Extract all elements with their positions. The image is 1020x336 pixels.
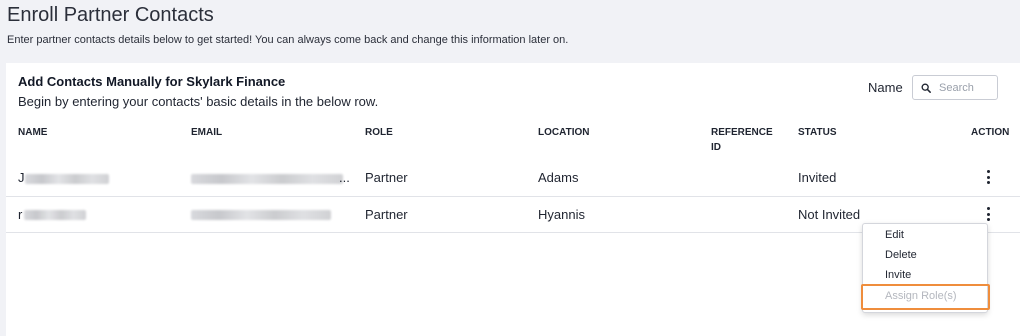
column-header-location: LOCATION: [538, 127, 590, 138]
contact-status: Not Invited: [798, 207, 861, 222]
menu-item-edit[interactable]: Edit: [885, 229, 904, 241]
contact-email-ellipsis: ...: [339, 170, 350, 185]
row-actions-kebab-icon[interactable]: [983, 207, 993, 221]
column-header-name: NAME: [18, 127, 48, 138]
redacted-name: [25, 174, 109, 184]
redacted-name: [24, 210, 86, 220]
menu-item-delete[interactable]: Delete: [885, 249, 917, 261]
page-subtitle: Enter partner contacts details below to …: [7, 34, 569, 46]
search-box[interactable]: [912, 75, 998, 100]
row-actions-kebab-icon[interactable]: [983, 170, 993, 184]
contact-role: Partner: [365, 170, 408, 185]
redacted-email: [191, 210, 331, 220]
card-title: Add Contacts Manually for Skylark Financ…: [18, 74, 286, 89]
menu-item-invite[interactable]: Invite: [885, 269, 911, 281]
card-description: Begin by entering your contacts' basic d…: [18, 94, 379, 109]
search-label: Name: [868, 80, 903, 95]
row-actions-menu: Edit Delete Invite Assign Role(s): [862, 223, 988, 313]
column-header-email: EMAIL: [191, 127, 223, 138]
redacted-email: [191, 174, 343, 184]
column-header-status: STATUS: [798, 127, 837, 138]
search-input[interactable]: [939, 81, 997, 94]
contact-status: Invited: [798, 170, 837, 185]
contact-location: Adams: [538, 170, 579, 185]
contact-name: J: [18, 170, 25, 185]
page-title: Enroll Partner Contacts: [7, 4, 214, 26]
column-header-role: ROLE: [365, 127, 393, 138]
contact-role: Partner: [365, 207, 408, 222]
contact-location: Hyannis: [538, 207, 585, 222]
search-icon: [921, 83, 931, 93]
column-header-reference-line2: ID: [711, 142, 721, 153]
menu-item-assign-roles: Assign Role(s): [885, 290, 957, 302]
column-header-reference-id: REFERENCE ID: [711, 125, 773, 155]
row-divider: [6, 196, 1020, 197]
column-header-action: ACTION: [971, 127, 1010, 138]
column-header-reference-line1: REFERENCE: [711, 127, 773, 138]
contact-name: r: [18, 207, 23, 222]
